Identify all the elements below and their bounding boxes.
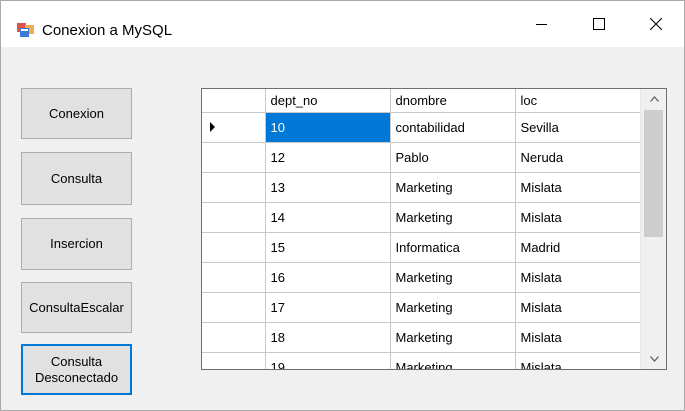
cell-dnombre[interactable]: Marketing (390, 202, 516, 233)
table-row[interactable]: 16 Marketing Mislata (202, 262, 641, 293)
cell-dnombre[interactable]: Informatica (390, 232, 516, 263)
maximize-button[interactable] (570, 1, 628, 47)
chevron-down-icon (650, 356, 659, 362)
column-header-loc[interactable]: loc (515, 89, 641, 113)
table-row[interactable]: 14 Marketing Mislata (202, 202, 641, 233)
vertical-scrollbar[interactable] (640, 89, 666, 369)
title-bar[interactable]: Conexion a MySQL (1, 1, 684, 47)
cell-dept-no[interactable]: 16 (265, 262, 391, 293)
close-button[interactable] (627, 1, 684, 47)
cell-dnombre[interactable]: Marketing (390, 352, 516, 369)
cell-dept-no[interactable]: 14 (265, 202, 391, 233)
cell-loc[interactable]: Mislata (515, 292, 641, 323)
window-title: Conexion a MySQL (42, 22, 173, 39)
cell-loc[interactable]: Mislata (515, 202, 641, 233)
minimize-icon (536, 24, 547, 25)
cell-dept-no[interactable]: 12 (265, 142, 391, 173)
scroll-up-button[interactable] (641, 89, 666, 109)
cell-dnombre[interactable]: Marketing (390, 292, 516, 323)
cell-loc[interactable]: Mislata (515, 172, 641, 203)
top-left-header-cell[interactable] (202, 89, 266, 113)
close-icon (650, 18, 662, 30)
cell-dept-no[interactable]: 18 (265, 322, 391, 353)
row-header-cell[interactable] (202, 292, 266, 323)
database-app-icon (17, 22, 35, 38)
conexion-button[interactable]: Conexion (21, 88, 132, 139)
row-header-cell[interactable] (202, 112, 266, 143)
column-header-dept-no[interactable]: dept_no (265, 89, 391, 113)
cell-loc[interactable]: Mislata (515, 322, 641, 353)
consulta-escalar-button[interactable]: ConsultaEscalar (21, 282, 132, 333)
header-row: dept_no dnombre loc (202, 89, 641, 113)
table-row[interactable]: 15 Informatica Madrid (202, 232, 641, 263)
minimize-button[interactable] (513, 1, 571, 47)
cell-dept-no[interactable]: 15 (265, 232, 391, 263)
consulta-button[interactable]: Consulta (21, 152, 132, 205)
row-header-cell[interactable] (202, 142, 266, 173)
row-header-cell[interactable] (202, 352, 266, 369)
scroll-thumb[interactable] (644, 110, 663, 237)
data-grid-table: dept_no dnombre loc 10 contabilidad Sevill… (202, 89, 641, 369)
row-header-cell[interactable] (202, 322, 266, 353)
cell-dnombre[interactable]: Marketing (390, 322, 516, 353)
cell-dept-no[interactable]: 13 (265, 172, 391, 203)
row-header-cell[interactable] (202, 232, 266, 263)
column-header-dnombre[interactable]: dnombre (390, 89, 516, 113)
table-row[interactable]: 19 Marketing Mislata (202, 352, 641, 369)
table-row[interactable]: 12 Pablo Neruda (202, 142, 641, 173)
maximize-icon (593, 18, 605, 30)
insercion-button[interactable]: Insercion (21, 218, 132, 270)
cell-dept-no[interactable]: 10 (265, 112, 391, 143)
row-header-cell[interactable] (202, 262, 266, 293)
cell-dnombre[interactable]: Marketing (390, 172, 516, 203)
cell-dnombre[interactable]: Pablo (390, 142, 516, 173)
table-row[interactable]: 18 Marketing Mislata (202, 322, 641, 353)
row-header-cell[interactable] (202, 202, 266, 233)
consulta-desconectado-button[interactable]: Consulta Desconectado (21, 344, 132, 395)
cell-loc[interactable]: Neruda (515, 142, 641, 173)
cell-dnombre[interactable]: contabilidad (390, 112, 516, 143)
table-row[interactable]: 10 contabilidad Sevilla (202, 112, 641, 143)
table-row[interactable]: 13 Marketing Mislata (202, 172, 641, 203)
data-grid[interactable]: dept_no dnombre loc 10 contabilidad Sevill… (201, 88, 667, 370)
cell-dept-no[interactable]: 17 (265, 292, 391, 323)
scroll-down-button[interactable] (641, 349, 666, 369)
cell-dept-no[interactable]: 19 (265, 352, 391, 369)
cell-dnombre[interactable]: Marketing (390, 262, 516, 293)
cell-loc[interactable]: Sevilla (515, 112, 641, 143)
main-window: Conexion a MySQL Conexion Consulta Inser… (0, 0, 685, 411)
cell-loc[interactable]: Mislata (515, 352, 641, 369)
cell-loc[interactable]: Mislata (515, 262, 641, 293)
chevron-up-icon (650, 96, 659, 102)
cell-loc[interactable]: Madrid (515, 232, 641, 263)
current-row-arrow-icon (210, 121, 215, 132)
table-row[interactable]: 17 Marketing Mislata (202, 292, 641, 323)
row-header-cell[interactable] (202, 172, 266, 203)
